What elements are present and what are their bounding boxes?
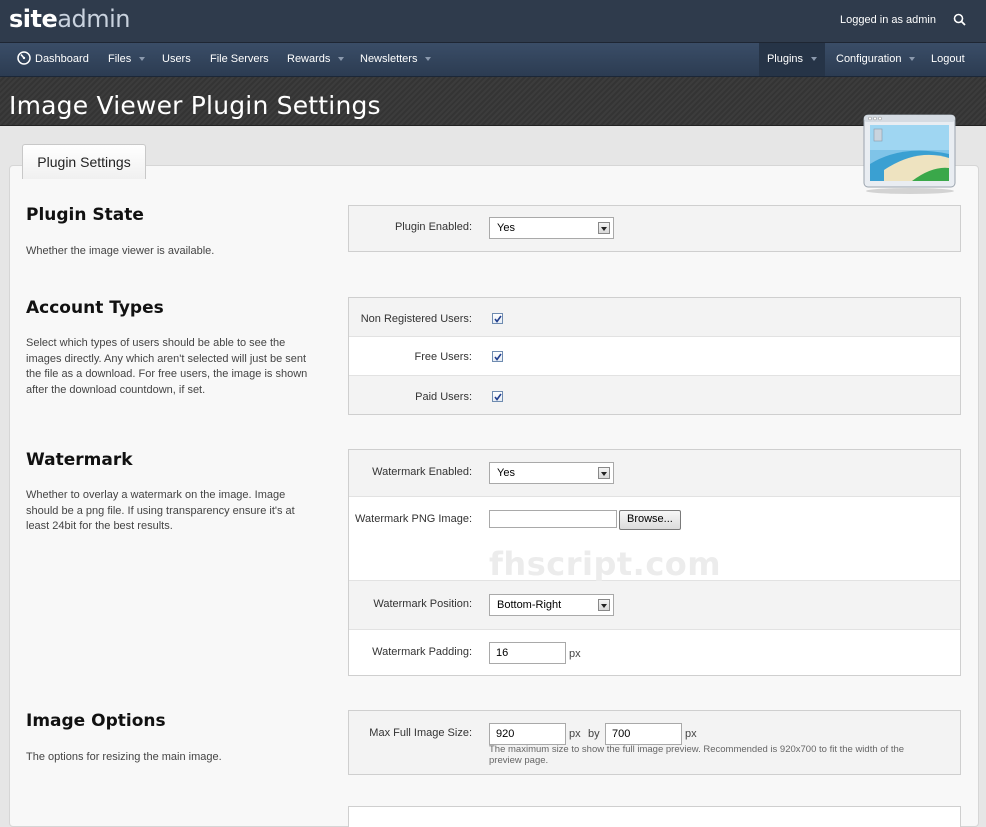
chevron-down-icon bbox=[338, 57, 345, 62]
nav-configuration[interactable]: Configuration bbox=[836, 43, 916, 76]
watermark-position-select[interactable]: Bottom-Right bbox=[489, 594, 614, 616]
section-desc-watermark: Whether to overlay a watermark on the im… bbox=[26, 489, 295, 532]
page-title: Image Viewer Plugin Settings bbox=[9, 91, 381, 120]
form-watermark: Watermark Enabled: Yes Watermark PNG Ima… bbox=[348, 449, 961, 676]
nav-file-servers[interactable]: File Servers bbox=[210, 43, 269, 76]
nav-files[interactable]: Files bbox=[108, 43, 146, 76]
max-height-input[interactable]: 700 bbox=[605, 723, 682, 745]
form-row: Free Users: bbox=[349, 337, 960, 376]
nav-logout[interactable]: Logout bbox=[931, 43, 965, 76]
title-bar: Image Viewer Plugin Settings bbox=[0, 77, 986, 126]
section-title-watermark: Watermark bbox=[26, 450, 133, 470]
section-desc-plugin-state: Whether the image viewer is available. bbox=[26, 245, 215, 257]
form-row: Paid Users: bbox=[349, 376, 960, 414]
non-registered-users-label: Non Registered Users: bbox=[360, 313, 472, 325]
dropdown-arrow-icon bbox=[598, 222, 610, 234]
image-size-hint: The maximum size to show the full image … bbox=[489, 744, 905, 766]
main-nav: Dashboard Files Users File Servers Rewar… bbox=[0, 43, 986, 77]
nav-rewards[interactable]: Rewards bbox=[287, 43, 345, 76]
width-unit: px bbox=[569, 728, 581, 740]
chevron-down-icon bbox=[811, 57, 818, 62]
paid-users-label: Paid Users: bbox=[415, 391, 472, 403]
dropdown-arrow-icon bbox=[598, 467, 610, 479]
image-viewer-plugin-icon bbox=[863, 114, 956, 194]
nav-plugins[interactable]: Plugins bbox=[759, 43, 825, 76]
nav-users[interactable]: Users bbox=[162, 43, 191, 76]
watermark-position-label: Watermark Position: bbox=[373, 598, 472, 610]
form-plugin-state: Plugin Enabled: Yes bbox=[348, 205, 961, 252]
browse-button[interactable]: Browse... bbox=[619, 510, 681, 530]
form-row: Watermark Enabled: Yes bbox=[349, 450, 960, 497]
dropdown-arrow-icon bbox=[598, 599, 610, 611]
logged-in-text: Logged in as admin bbox=[839, 14, 936, 26]
chevron-down-icon bbox=[139, 57, 146, 62]
form-row: Watermark Position: Bottom-Right bbox=[349, 581, 960, 630]
top-bar: siteadmin Logged in as admin bbox=[0, 0, 986, 43]
section-title-account-types: Account Types bbox=[26, 298, 164, 318]
section-title-plugin-state: Plugin State bbox=[26, 205, 144, 225]
chevron-down-icon bbox=[425, 57, 432, 62]
form-image-options: Max Full Image Size: 920 px by 700 px Th… bbox=[348, 710, 961, 775]
non-registered-users-checkbox[interactable] bbox=[492, 313, 503, 324]
nav-newsletters[interactable]: Newsletters bbox=[360, 43, 432, 76]
form-row: Non Registered Users: bbox=[349, 298, 960, 337]
watermark-preview: fhscript.com bbox=[489, 545, 722, 583]
height-unit: px bbox=[685, 728, 697, 740]
watermark-padding-label: Watermark Padding: bbox=[372, 646, 472, 658]
form-row: Watermark Padding: 16 px bbox=[349, 630, 960, 676]
watermark-file-input[interactable] bbox=[489, 510, 617, 528]
search-icon[interactable] bbox=[952, 12, 968, 28]
chevron-down-icon bbox=[909, 57, 916, 62]
checkmark-icon bbox=[494, 353, 502, 361]
watermark-padding-input[interactable]: 16 bbox=[489, 642, 566, 664]
form-next-section bbox=[348, 806, 961, 827]
form-row: Max Full Image Size: 920 px by 700 px Th… bbox=[349, 711, 960, 774]
max-width-input[interactable]: 920 bbox=[489, 723, 566, 745]
form-account-types: Non Registered Users: Free Users: Paid U… bbox=[348, 297, 961, 415]
form-row: Plugin Enabled: Yes bbox=[349, 206, 960, 251]
form-row: Watermark PNG Image: Browse... fhscript.… bbox=[349, 497, 960, 583]
nav-dashboard[interactable]: Dashboard bbox=[17, 43, 89, 76]
watermark-enabled-select[interactable]: Yes bbox=[489, 462, 614, 484]
section-desc-image-options: The options for resizing the main image. bbox=[26, 751, 222, 763]
paid-users-checkbox[interactable] bbox=[492, 391, 503, 402]
tab-plugin-settings[interactable]: Plugin Settings bbox=[22, 144, 146, 179]
watermark-enabled-label: Watermark Enabled: bbox=[372, 466, 472, 478]
site-logo[interactable]: siteadmin bbox=[9, 5, 130, 33]
free-users-checkbox[interactable] bbox=[492, 351, 503, 362]
checkmark-icon bbox=[494, 393, 502, 401]
by-text: by bbox=[588, 728, 600, 740]
padding-unit: px bbox=[569, 648, 581, 660]
dashboard-icon bbox=[17, 51, 31, 65]
plugin-enabled-select[interactable]: Yes bbox=[489, 217, 614, 239]
max-image-size-label: Max Full Image Size: bbox=[369, 727, 472, 739]
section-title-image-options: Image Options bbox=[26, 711, 166, 731]
free-users-label: Free Users: bbox=[414, 351, 472, 363]
section-desc-account-types: Select which types of users should be ab… bbox=[26, 337, 308, 396]
checkmark-icon bbox=[494, 315, 502, 323]
watermark-png-label: Watermark PNG Image: bbox=[355, 513, 472, 525]
plugin-enabled-label: Plugin Enabled: bbox=[394, 221, 472, 233]
